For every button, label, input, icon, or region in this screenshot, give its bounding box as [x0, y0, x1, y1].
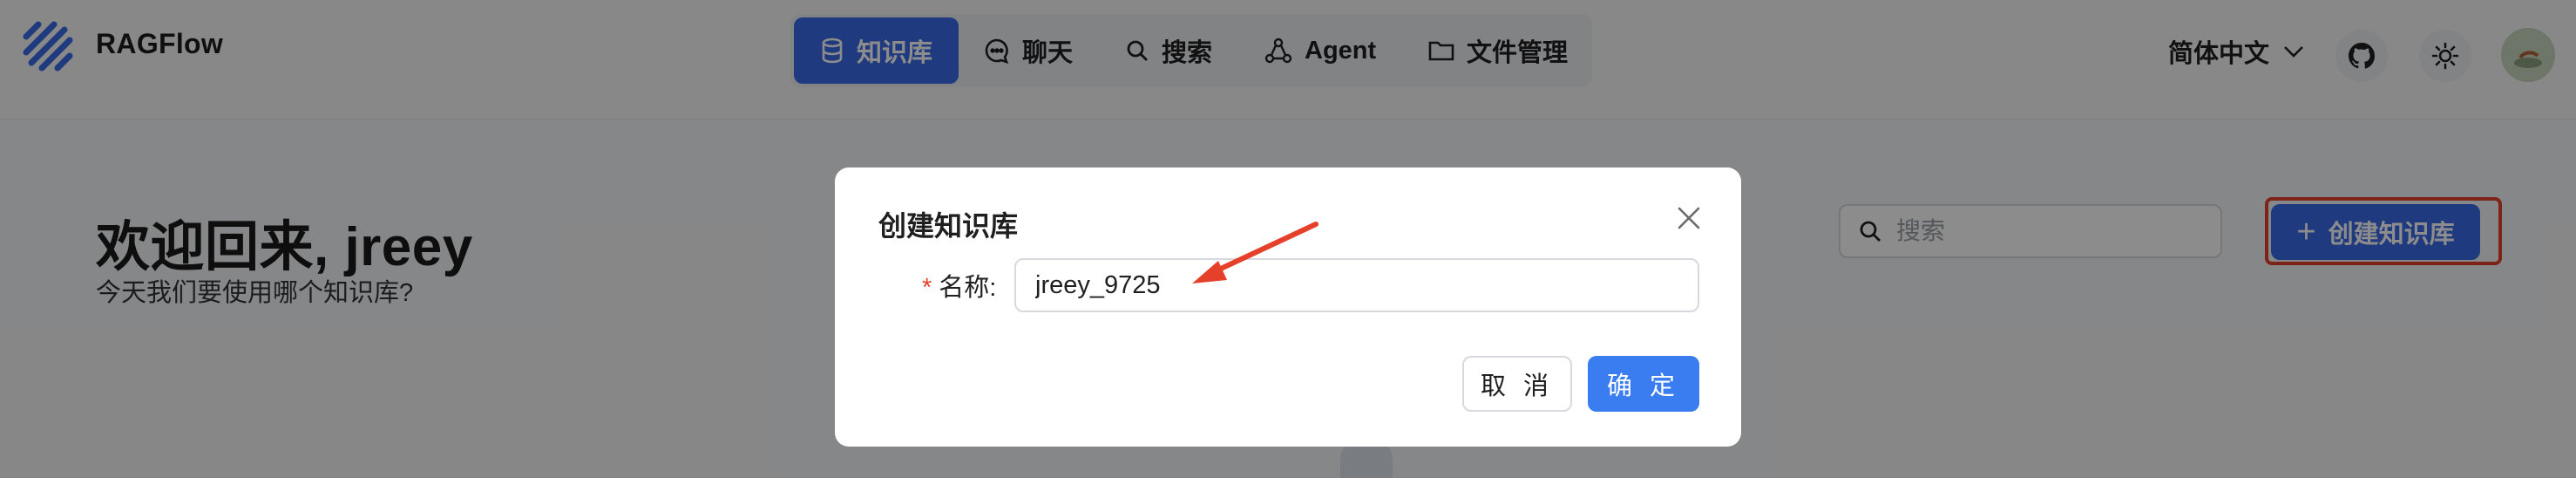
- dialog-title: 创建知识库: [878, 210, 1019, 242]
- name-input[interactable]: [1014, 258, 1699, 312]
- ok-button[interactable]: 确 定: [1588, 356, 1699, 412]
- annotation-arrow-icon: [1192, 222, 1319, 283]
- close-icon: [1678, 207, 1700, 229]
- close-button[interactable]: [1673, 202, 1705, 234]
- required-asterisk: *: [922, 274, 932, 302]
- cancel-button[interactable]: 取 消: [1462, 356, 1572, 412]
- name-field-label: * 名称:: [922, 267, 996, 304]
- create-knowledge-base-dialog: 创建知识库 *名称: 取 消 确 定: [835, 167, 1741, 447]
- name-label-text: 名称:: [939, 274, 997, 302]
